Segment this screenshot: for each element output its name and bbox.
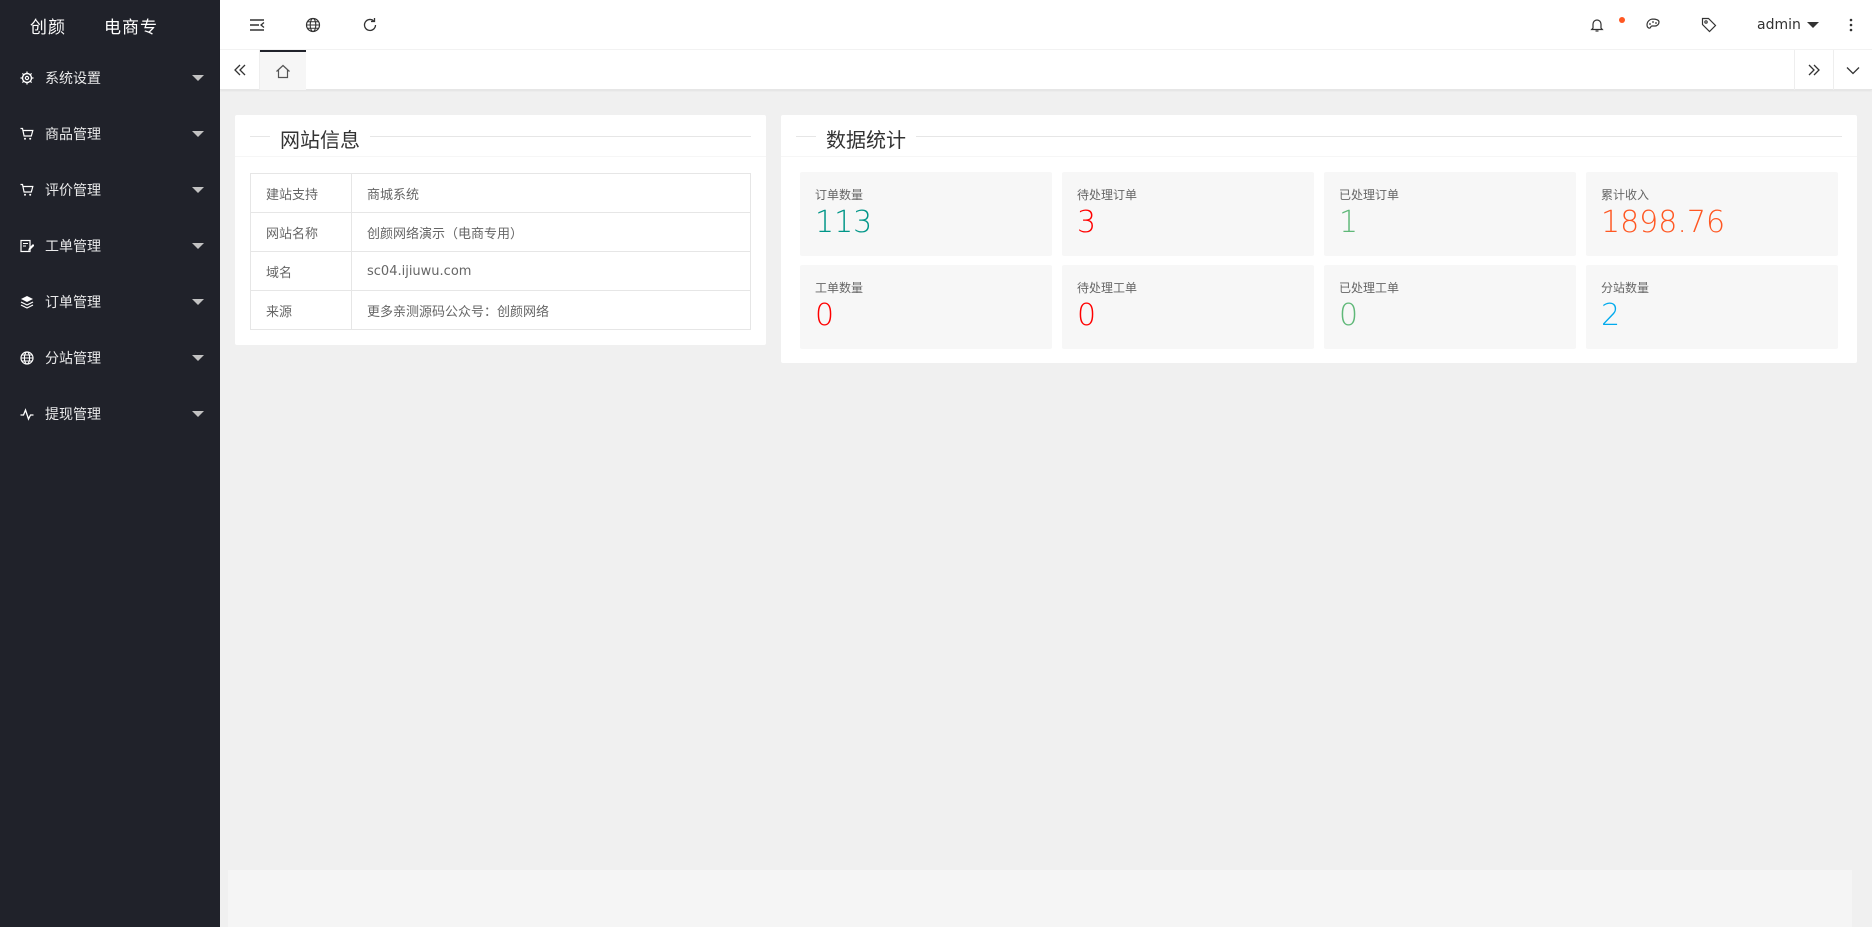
edit-icon — [20, 239, 34, 253]
sidebar: 创颜 电商专 系统设置 商品管理 评价管理 工单管理 订单管理 分站管理 提现管… — [0, 0, 220, 927]
tabs-menu-dropdown-icon[interactable] — [1833, 50, 1872, 90]
stat-label: 待处理工单 — [1077, 281, 1138, 295]
sidebar-item-orders[interactable]: 订单管理 — [0, 274, 220, 330]
stat-value: 1 — [1339, 205, 1359, 240]
table-cell-key: 域名 — [250, 251, 352, 291]
table-cell-key: 建站支持 — [250, 173, 352, 213]
tabs-scroll-left-icon[interactable] — [220, 50, 260, 90]
divider — [796, 136, 1842, 137]
tag-icon[interactable] — [1699, 15, 1719, 35]
chevron-down-icon — [1806, 22, 1819, 28]
stat-processed-orders: 已处理订单 1 — [1324, 172, 1576, 256]
sidebar-item-products[interactable]: 商品管理 — [0, 106, 220, 162]
stat-label: 已处理订单 — [1339, 188, 1400, 202]
stats-header: 数据统计 — [781, 115, 1857, 157]
stat-label: 已处理工单 — [1339, 281, 1400, 295]
stats-card: 数据统计 订单数量 113 待处理订单 3 已处理订单 1 累计收入 1898.… — [781, 115, 1857, 363]
bell-icon[interactable] — [1587, 15, 1607, 35]
table-cell-key: 来源 — [250, 290, 352, 330]
stats-title: 数据统计 — [816, 124, 916, 153]
sidebar-item-substations[interactable]: 分站管理 — [0, 330, 220, 386]
site-info-header: 网站信息 — [235, 115, 766, 157]
sidebar-item-label: 分站管理 — [45, 351, 101, 367]
sidebar-item-label: 商品管理 — [45, 127, 101, 143]
chevron-down-icon — [192, 187, 204, 193]
stat-label: 累计收入 — [1601, 188, 1650, 202]
table-cell-value: 更多亲测源码公众号：创颜网络 — [351, 290, 751, 330]
table-row: 网站名称 创颜网络演示（电商专用） — [250, 212, 751, 252]
stat-processed-tickets: 已处理工单 0 — [1324, 265, 1576, 349]
stat-substations: 分站数量 2 — [1586, 265, 1838, 349]
more-vertical-icon[interactable] — [1841, 15, 1861, 35]
tabs-scroll-right-icon[interactable] — [1794, 50, 1833, 90]
stat-label: 待处理订单 — [1077, 188, 1138, 202]
gear-icon — [20, 71, 34, 85]
table-cell-value: 商城系统 — [351, 173, 751, 213]
chevron-down-icon — [192, 131, 204, 137]
sidebar-item-label: 系统设置 — [45, 71, 101, 87]
stat-tickets: 工单数量 0 — [800, 265, 1052, 349]
table-row: 域名 sc04.ijiuwu.com — [250, 251, 751, 291]
username: admin — [1757, 17, 1801, 33]
table-row: 建站支持 商城系统 — [250, 173, 751, 213]
sidebar-item-withdrawals[interactable]: 提现管理 — [0, 386, 220, 442]
stat-value: 113 — [815, 205, 873, 240]
stat-total-income: 累计收入 1898.76 — [1586, 172, 1838, 256]
site-info-card: 网站信息 建站支持 商城系统 网站名称 创颜网络演示（电商专用） 域名 sc04… — [235, 115, 766, 345]
sidebar-item-label: 评价管理 — [45, 183, 101, 199]
site-info-table: 建站支持 商城系统 网站名称 创颜网络演示（电商专用） 域名 sc04.ijiu… — [250, 173, 751, 330]
stat-label: 分站数量 — [1601, 281, 1650, 295]
table-cell-value: 创颜网络演示（电商专用） — [351, 212, 751, 252]
home-icon — [275, 64, 291, 79]
tab-home[interactable] — [260, 50, 306, 90]
stat-value: 2 — [1601, 298, 1621, 333]
chevron-down-icon — [192, 243, 204, 249]
stat-value: 0 — [815, 298, 835, 333]
stat-value: 1898.76 — [1601, 205, 1726, 240]
sidebar-item-reviews[interactable]: 评价管理 — [0, 162, 220, 218]
stat-value: 0 — [1339, 298, 1359, 333]
sidebar-item-system-settings[interactable]: 系统设置 — [0, 50, 220, 106]
top-header: admin — [220, 0, 1872, 50]
menu-toggle-icon[interactable] — [247, 15, 267, 35]
pulse-icon — [20, 407, 34, 421]
stat-pending-orders: 待处理订单 3 — [1062, 172, 1314, 256]
user-menu[interactable]: admin — [1757, 0, 1819, 50]
chevron-down-icon — [192, 355, 204, 361]
cart-icon — [20, 127, 34, 141]
chevron-down-icon — [192, 411, 204, 417]
stat-label: 订单数量 — [815, 188, 864, 202]
logo-text: 创颜 电商专 — [30, 17, 158, 38]
chevron-down-icon — [192, 299, 204, 305]
site-info-title: 网站信息 — [270, 124, 370, 153]
chevron-down-icon — [192, 75, 204, 81]
globe-icon[interactable] — [303, 15, 323, 35]
sidebar-item-label: 提现管理 — [45, 407, 101, 423]
table-cell-value: sc04.ijiuwu.com — [351, 251, 751, 291]
stat-value: 0 — [1077, 298, 1097, 333]
theme-palette-icon[interactable] — [1643, 15, 1663, 35]
tab-bar — [220, 50, 1872, 90]
sidebar-item-label: 订单管理 — [45, 295, 101, 311]
sidebar-item-tickets[interactable]: 工单管理 — [0, 218, 220, 274]
layers-icon — [20, 295, 34, 309]
stat-orders: 订单数量 113 — [800, 172, 1052, 256]
refresh-icon[interactable] — [360, 15, 380, 35]
stat-label: 工单数量 — [815, 281, 864, 295]
globe-icon — [20, 351, 34, 365]
table-row: 来源 更多亲测源码公众号：创颜网络 — [250, 290, 751, 330]
notification-badge — [1619, 17, 1625, 23]
table-cell-key: 网站名称 — [250, 212, 352, 252]
sidebar-item-label: 工单管理 — [45, 239, 101, 255]
stat-pending-tickets: 待处理工单 0 — [1062, 265, 1314, 349]
app-logo[interactable]: 创颜 电商专 — [0, 0, 220, 50]
cart-icon — [20, 183, 34, 197]
stat-value: 3 — [1077, 205, 1097, 240]
footer — [228, 870, 1852, 927]
